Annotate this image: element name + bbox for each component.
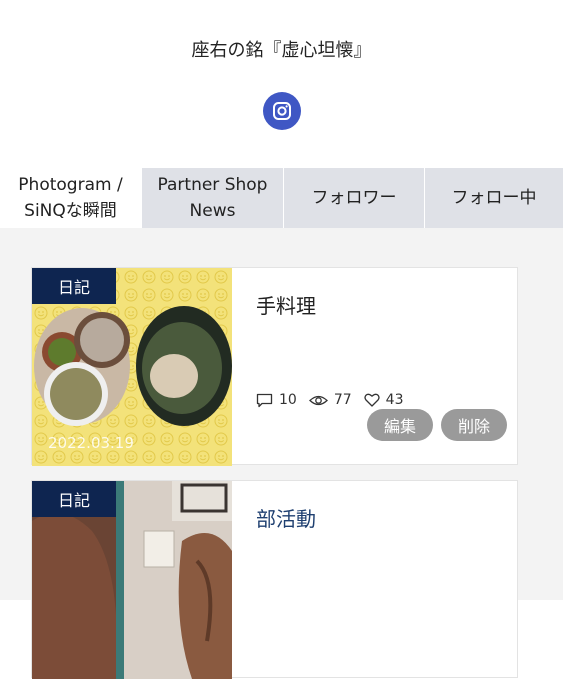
comment-count: 10 — [279, 392, 297, 408]
post-title[interactable]: 手料理 — [256, 290, 316, 319]
instagram-icon — [273, 102, 291, 120]
view-count: 77 — [333, 392, 352, 408]
post-thumbnail[interactable]: 日記 — [32, 481, 232, 679]
tab-following[interactable]: フォロー中 — [424, 168, 563, 228]
tab-followers[interactable]: フォロワー — [283, 168, 424, 228]
post-card[interactable]: 日記 2022.03.19 手料理 10 77 43 編集 削除 — [31, 267, 518, 466]
tab-partner-line2: News — [189, 201, 236, 221]
tab-photogram-line2: SiNQな瞬間 — [24, 201, 117, 221]
post-card[interactable]: 日記 部活動 — [31, 480, 518, 679]
profile-header: 座右の銘『虚心坦懐』 — [0, 0, 563, 168]
tab-following-label: フォロー中 — [451, 188, 537, 208]
profile-motto: 座右の銘『虚心坦懐』 — [191, 40, 372, 61]
instagram-link[interactable] — [263, 92, 301, 130]
tab-photogram-line1: Photogram / — [18, 175, 123, 195]
comment-icon — [256, 393, 273, 407]
post-thumbnail[interactable]: 日記 2022.03.19 — [32, 268, 232, 466]
edit-button[interactable]: 編集 — [367, 409, 433, 441]
profile-tabs: Photogram / SiNQな瞬間 Partner Shop News フォロワ… — [0, 168, 563, 228]
heart-icon — [364, 393, 380, 407]
delete-button[interactable]: 削除 — [441, 409, 507, 441]
tab-followers-label: フォロワー — [311, 188, 397, 208]
post-title[interactable]: 部活動 — [256, 503, 316, 532]
category-badge: 日記 — [32, 268, 116, 304]
category-badge: 日記 — [32, 481, 116, 517]
post-date: 2022.03.19 — [48, 434, 134, 452]
post-stats: 10 77 43 — [256, 392, 409, 408]
tab-photogram[interactable]: Photogram / SiNQな瞬間 — [0, 168, 141, 228]
post-list: 日記 2022.03.19 手料理 10 77 43 編集 削除 日記 部活動 — [0, 228, 563, 679]
tab-partner-line1: Partner Shop — [157, 175, 268, 195]
like-count: 43 — [385, 392, 404, 408]
tab-partner-shop-news[interactable]: Partner Shop News — [141, 168, 283, 228]
eye-icon — [308, 395, 328, 405]
